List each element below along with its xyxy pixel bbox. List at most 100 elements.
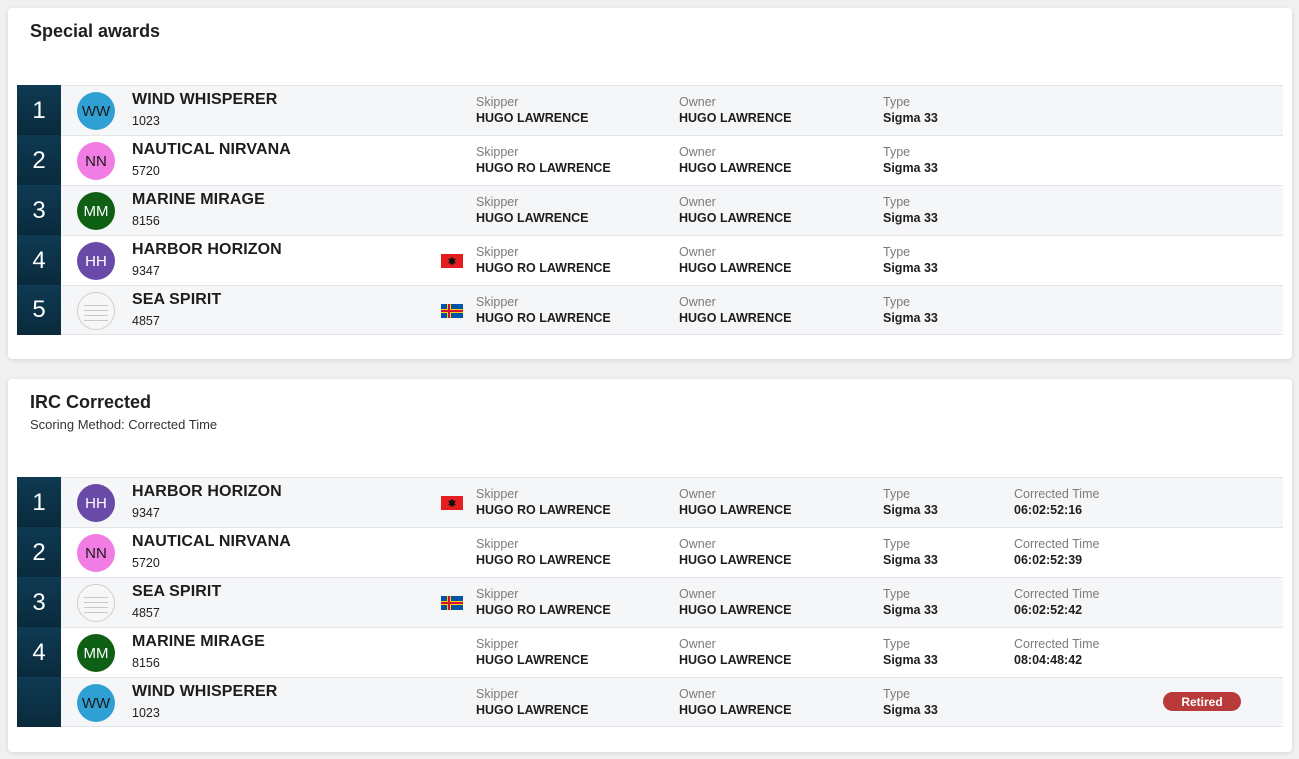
boat-name[interactable]: HARBOR HORIZON — [132, 483, 282, 501]
boat-name[interactable]: SEA SPIRIT — [132, 583, 221, 601]
boat-avatar: HH — [77, 484, 115, 522]
corrected-time-label: Corrected Time — [1014, 487, 1100, 501]
type-label: Type — [883, 537, 911, 551]
boat-avatar: NN — [77, 142, 115, 180]
boat-avatar: WW — [77, 92, 115, 130]
skipper-label: Skipper — [476, 687, 519, 701]
type-value: Sigma 33 — [883, 111, 938, 125]
owner-field: Owner HUGO LAWRENCE — [679, 195, 792, 226]
type-value: Sigma 33 — [883, 261, 938, 275]
boat-name[interactable]: SEA SPIRIT — [132, 291, 221, 309]
position-number: 3 — [32, 196, 46, 224]
skipper-field: Skipper HUGO RO LAWRENCE — [476, 295, 611, 326]
result-row[interactable]: 4 MM MARINE MIRAGE 8156 Skipper HUGO LAW… — [17, 627, 1283, 678]
position-cell: 1 — [17, 85, 61, 136]
avatar-initials: MM — [83, 644, 109, 662]
position-number: 2 — [32, 538, 46, 566]
result-row[interactable]: 3 SEA SPIRIT 4857 Skipper HUGO RO LAWREN… — [17, 577, 1283, 628]
avatar-initials: NN — [85, 544, 107, 562]
result-row[interactable]: 2 NN NAUTICAL NIRVANA 5720 Skipper HUGO … — [17, 527, 1283, 578]
corrected-time-value: 08:04:48:42 — [1014, 653, 1083, 667]
sail-number: 5720 — [132, 556, 160, 570]
owner-field: Owner HUGO LAWRENCE — [679, 487, 792, 518]
logo-stripe — [84, 320, 108, 321]
boat-name[interactable]: WIND WHISPERER — [132, 683, 277, 701]
skipper-value: HUGO RO LAWRENCE — [476, 261, 611, 275]
sail-number: 5720 — [132, 164, 160, 178]
owner-value: HUGO LAWRENCE — [679, 553, 792, 567]
position-number: 2 — [32, 146, 46, 174]
type-value: Sigma 33 — [883, 211, 938, 225]
result-row[interactable]: 5 SEA SPIRIT 4857 Skipper HUGO RO LAWREN… — [17, 285, 1283, 335]
skipper-value: HUGO RO LAWRENCE — [476, 603, 611, 617]
result-row[interactable]: 1 WW WIND WHISPERER 1023 Skipper HUGO LA… — [17, 85, 1283, 136]
skipper-field: Skipper HUGO LAWRENCE — [476, 195, 589, 226]
owner-label: Owner — [679, 687, 716, 701]
scoring-method: Scoring Method: Corrected Time — [30, 417, 218, 432]
owner-value: HUGO LAWRENCE — [679, 703, 792, 717]
position-cell: 3 — [17, 577, 61, 628]
type-field: Type Sigma 33 — [883, 195, 938, 226]
owner-value: HUGO LAWRENCE — [679, 161, 792, 175]
sail-number: 9347 — [132, 264, 160, 278]
owner-value: HUGO LAWRENCE — [679, 111, 792, 125]
owner-label: Owner — [679, 295, 716, 309]
skipper-value: HUGO RO LAWRENCE — [476, 553, 611, 567]
owner-field: Owner HUGO LAWRENCE — [679, 95, 792, 126]
result-row[interactable]: 3 MM MARINE MIRAGE 8156 Skipper HUGO LAW… — [17, 185, 1283, 236]
type-value: Sigma 33 — [883, 311, 938, 325]
position-number: 4 — [32, 638, 46, 666]
logo-stripe — [84, 305, 108, 306]
skipper-value: HUGO LAWRENCE — [476, 653, 589, 667]
sail-number: 4857 — [132, 606, 160, 620]
irc-corrected-card: IRC Corrected Scoring Method: Corrected … — [8, 379, 1292, 752]
skipper-value: HUGO RO LAWRENCE — [476, 503, 611, 517]
sail-number: 8156 — [132, 656, 160, 670]
special-awards-card: Special awards 1 WW WIND WHISPERER 1023 … — [8, 8, 1292, 359]
type-value: Sigma 33 — [883, 603, 938, 617]
boat-name[interactable]: NAUTICAL NIRVANA — [132, 533, 291, 551]
boat-name[interactable]: NAUTICAL NIRVANA — [132, 141, 291, 159]
type-field: Type Sigma 33 — [883, 637, 938, 668]
avatar-initials: HH — [85, 252, 107, 270]
sail-number: 1023 — [132, 114, 160, 128]
albania-flag — [441, 496, 463, 510]
boat-name[interactable]: WIND WHISPERER — [132, 91, 277, 109]
results-list: 1 HH HARBOR HORIZON 9347 Skipper HUGO RO… — [17, 477, 1283, 727]
owner-field: Owner HUGO LAWRENCE — [679, 295, 792, 326]
avatar-initials: WW — [81, 102, 111, 120]
result-row[interactable]: 4 HH HARBOR HORIZON 9347 Skipper HUGO RO… — [17, 235, 1283, 286]
position-number: 5 — [32, 296, 46, 323]
corrected-time-value: 06:02:52:39 — [1014, 553, 1083, 567]
type-field: Type Sigma 33 — [883, 687, 938, 718]
skipper-field: Skipper HUGO RO LAWRENCE — [476, 537, 611, 568]
owner-field: Owner HUGO LAWRENCE — [679, 145, 792, 176]
sail-number: 4857 — [132, 314, 160, 328]
skipper-label: Skipper — [476, 537, 519, 551]
avatar-initials: MM — [83, 202, 109, 220]
boat-avatar: HH — [77, 242, 115, 280]
owner-field: Owner HUGO LAWRENCE — [679, 587, 792, 618]
boat-avatar: NN — [77, 534, 115, 572]
corrected-time-field: Corrected Time 06:02:52:16 — [1014, 487, 1099, 518]
result-row[interactable]: 1 HH HARBOR HORIZON 9347 Skipper HUGO RO… — [17, 477, 1283, 528]
boat-name[interactable]: MARINE MIRAGE — [132, 191, 265, 209]
boat-name[interactable]: MARINE MIRAGE — [132, 633, 265, 651]
type-label: Type — [883, 195, 911, 209]
owner-field: Owner HUGO LAWRENCE — [679, 245, 792, 276]
sail-number: 8156 — [132, 214, 160, 228]
logo-stripe — [84, 607, 108, 608]
result-row[interactable]: 2 NN NAUTICAL NIRVANA 5720 Skipper HUGO … — [17, 135, 1283, 186]
skipper-field: Skipper HUGO RO LAWRENCE — [476, 587, 611, 618]
result-row[interactable]: WW WIND WHISPERER 1023 Skipper HUGO LAWR… — [17, 677, 1283, 727]
type-value: Sigma 33 — [883, 703, 938, 717]
skipper-label: Skipper — [476, 245, 519, 259]
owner-label: Owner — [679, 637, 716, 651]
boat-name[interactable]: HARBOR HORIZON — [132, 241, 282, 259]
position-cell: 1 — [17, 477, 61, 528]
skipper-value: HUGO LAWRENCE — [476, 703, 589, 717]
type-label: Type — [883, 295, 911, 309]
corrected-time-value: 06:02:52:16 — [1014, 503, 1083, 517]
position-cell: 5 — [17, 285, 61, 335]
avatar-initials: NN — [85, 152, 107, 170]
